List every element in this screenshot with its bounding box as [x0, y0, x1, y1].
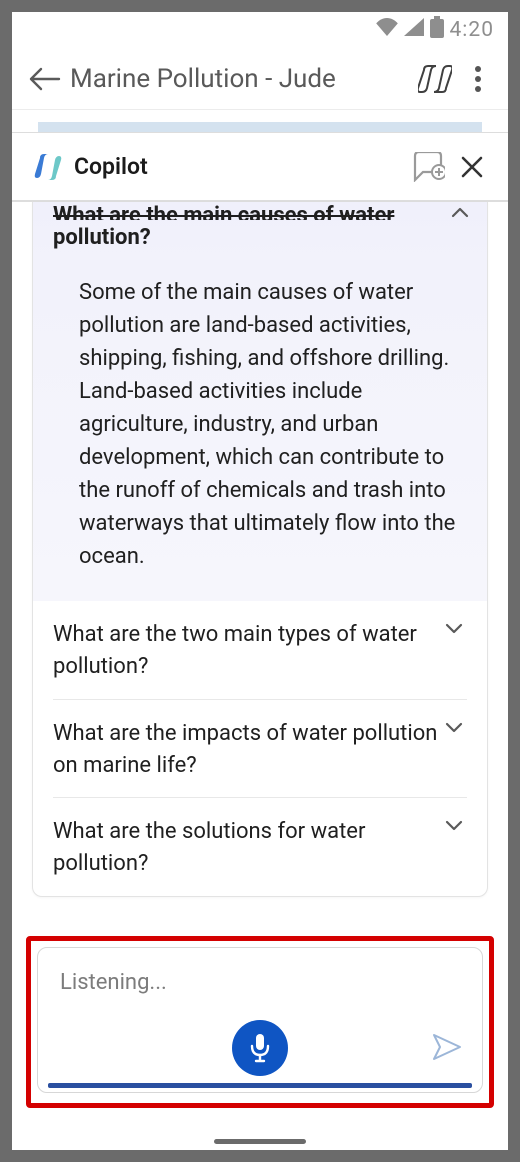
wifi-icon — [376, 18, 398, 42]
signal-icon — [404, 18, 424, 42]
close-icon — [461, 156, 483, 178]
accordion-item: What are the two main types of water pol… — [33, 601, 487, 699]
accordion-item-expanded: What are the main causes of water pollut… — [33, 202, 487, 601]
status-bar: 4:20 — [12, 12, 508, 48]
accordion-question: What are the two main types of water pol… — [53, 619, 441, 683]
copilot-toolbar-button[interactable] — [412, 64, 458, 94]
back-button[interactable] — [18, 67, 70, 91]
chat-plus-icon — [411, 152, 445, 182]
chevron-down-icon — [441, 820, 467, 832]
send-icon — [432, 1033, 462, 1061]
input-placeholder: Listening... — [60, 970, 167, 995]
accordion-question: What are the impacts of water pollution … — [53, 718, 441, 782]
accordion-question: What are the solutions for water polluti… — [53, 816, 441, 880]
app-bar: Marine Pollution - Jude — [12, 48, 508, 110]
more-menu-button[interactable] — [458, 66, 498, 92]
battery-icon — [430, 16, 444, 44]
voice-input-highlight: Listening... — [26, 936, 494, 1108]
chevron-down-icon — [441, 623, 467, 635]
chevron-down-icon — [441, 722, 467, 734]
accordion-header[interactable]: What are the impacts of water pollution … — [53, 699, 467, 798]
new-chat-button[interactable] — [404, 152, 452, 182]
more-vertical-icon — [475, 66, 481, 92]
content-strip — [38, 122, 482, 132]
microphone-button[interactable] — [232, 1020, 288, 1076]
accordion-header[interactable]: What are the two main types of water pol… — [53, 601, 467, 699]
back-arrow-icon — [27, 67, 61, 91]
close-button[interactable] — [452, 156, 492, 178]
accordion-header[interactable]: What are the solutions for water polluti… — [53, 797, 467, 896]
copilot-glyph-icon — [418, 64, 452, 94]
accordion-question: What are the main causes of water pollut… — [53, 202, 447, 254]
accordion-item: What are the impacts of water pollution … — [33, 699, 487, 798]
chevron-up-icon — [447, 206, 473, 218]
accordion-answer: Some of the main causes of water polluti… — [33, 270, 487, 601]
status-time: 4:20 — [450, 18, 495, 42]
copilot-title: Copilot — [74, 153, 404, 180]
page-title: Marine Pollution - Jude — [70, 64, 412, 94]
microphone-icon — [249, 1033, 271, 1063]
accordion-header[interactable]: What are the main causes of water pollut… — [33, 202, 487, 270]
qa-accordion: What are the main causes of water pollut… — [32, 202, 488, 897]
copilot-header: Copilot — [12, 132, 508, 202]
screen: 4:20 Marine Pollution - Jude — [12, 12, 508, 1150]
send-button[interactable] — [430, 1030, 464, 1064]
copilot-logo-icon — [28, 147, 68, 187]
home-indicator — [214, 1139, 306, 1144]
message-input[interactable]: Listening... — [37, 947, 483, 1093]
accordion-item: What are the solutions for water polluti… — [33, 797, 487, 896]
input-underline — [48, 1083, 472, 1088]
